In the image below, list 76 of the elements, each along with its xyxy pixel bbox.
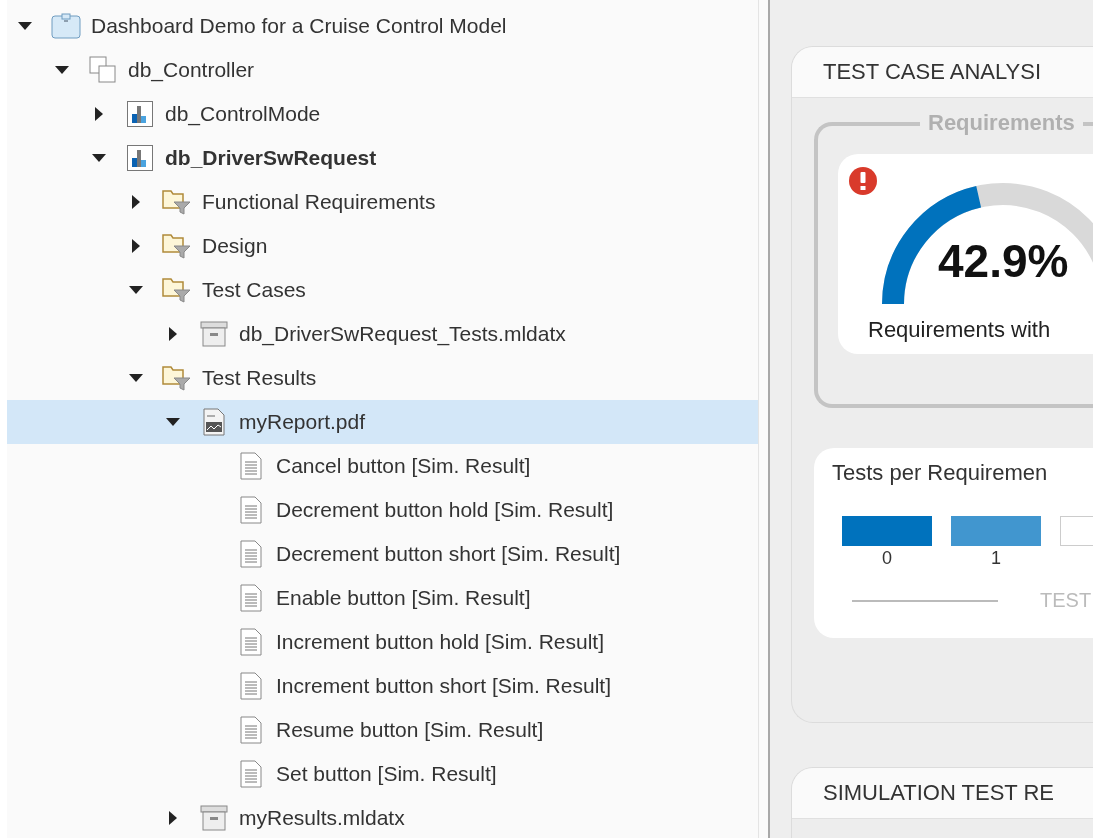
overlapping-squares-icon [89, 56, 117, 84]
archive-box-icon [200, 320, 228, 348]
bar-chart-icon [127, 101, 153, 127]
gauge-caption: Requirements with [868, 317, 1051, 343]
folder-filter-icon [162, 364, 192, 392]
document-icon [240, 628, 262, 656]
collapsed-caret-icon[interactable] [169, 811, 177, 825]
collapsed-caret-icon[interactable] [95, 107, 103, 121]
collapsed-caret-icon[interactable] [132, 239, 140, 253]
gauge-value: 42.9% [938, 234, 1069, 288]
clipboard-icon [51, 13, 81, 39]
bar-label: 1 [991, 548, 1001, 569]
tree-item-label: Test Cases [202, 278, 306, 302]
tree-item-label: Decrement button short [Sim. Result] [276, 542, 621, 566]
tree-item-label: myReport.pdf [239, 410, 366, 434]
tree-item-label: db_DriverSwRequest_Tests.mldatx [239, 322, 566, 346]
tree-item[interactable]: Decrement button short [Sim. Result] [7, 532, 758, 576]
tree-item[interactable]: Resume button [Sim. Result] [7, 708, 758, 752]
tree-item[interactable]: Increment button hold [Sim. Result] [7, 620, 758, 664]
tree-item-label: Set button [Sim. Result] [276, 762, 497, 786]
histogram-title: Tests per Requiremen [832, 460, 1049, 486]
tree-item-label: db_ControlMode [165, 102, 321, 126]
document-icon [240, 760, 262, 788]
tree-item-label: Enable button [Sim. Result] [276, 586, 531, 610]
tree-item-label: Decrement button hold [Sim. Result] [276, 498, 614, 522]
bar-label: 0 [882, 548, 892, 569]
tree-item[interactable]: db_DriverSwRequest_Tests.mldatx [7, 312, 758, 356]
document-icon [240, 716, 262, 744]
tree-item-label: Functional Requirements [202, 190, 436, 214]
tree-item-label: Test Results [202, 366, 317, 390]
document-icon [240, 540, 262, 568]
folder-filter-icon [162, 188, 192, 216]
expanded-caret-icon[interactable] [129, 286, 143, 294]
tree-item[interactable]: myReport.pdf [7, 400, 758, 444]
document-icon [240, 672, 262, 700]
tree-item[interactable]: Cancel button [Sim. Result] [7, 444, 758, 488]
expanded-caret-icon[interactable] [55, 66, 69, 74]
tree-item-label: db_DriverSwRequest [165, 146, 377, 170]
legend-label: TEST [1040, 589, 1092, 612]
tree-item[interactable]: myResults.mldatx [7, 796, 758, 838]
tree-item-label: myResults.mldatx [239, 806, 405, 830]
expanded-caret-icon[interactable] [92, 154, 106, 162]
folder-filter-icon [162, 232, 192, 260]
document-chart-icon [203, 408, 225, 436]
collapsed-caret-icon[interactable] [169, 327, 177, 341]
tree-item-label: Cancel button [Sim. Result] [276, 454, 531, 478]
tree-item[interactable]: db_ControlMode [7, 92, 758, 136]
document-icon [240, 452, 262, 480]
tree-item[interactable]: Test Results [7, 356, 758, 400]
tree-item-label: Design [202, 234, 268, 258]
tree-item[interactable]: db_Controller [7, 48, 758, 92]
tree-item-label: Increment button hold [Sim. Result] [276, 630, 604, 654]
tree-item[interactable]: db_DriverSwRequest [7, 136, 758, 180]
document-icon [240, 496, 262, 524]
tree-item-label: Resume button [Sim. Result] [276, 718, 544, 742]
folder-filter-icon [162, 276, 192, 304]
expanded-caret-icon[interactable] [129, 374, 143, 382]
tree-item[interactable]: Test Cases [7, 268, 758, 312]
tree-item[interactable]: Dashboard Demo for a Cruise Control Model [7, 4, 758, 48]
tree-item[interactable]: Decrement button hold [Sim. Result] [7, 488, 758, 532]
tree-item[interactable]: Set button [Sim. Result] [7, 752, 758, 796]
tree-item-label: Dashboard Demo for a Cruise Control Model [91, 14, 507, 38]
tree-item[interactable]: Design [7, 224, 758, 268]
expanded-caret-icon[interactable] [18, 22, 32, 30]
collapsed-caret-icon[interactable] [132, 195, 140, 209]
tree-item-label: db_Controller [128, 58, 255, 82]
bar-chart-icon [127, 145, 153, 171]
tree-item[interactable]: Enable button [Sim. Result] [7, 576, 758, 620]
archive-box-icon [200, 804, 228, 832]
document-icon [240, 584, 262, 612]
tree-item[interactable]: Functional Requirements [7, 180, 758, 224]
card-title: TEST CASE ANALYSI [792, 47, 1093, 98]
card-title: SIMULATION TEST RE [792, 768, 1093, 819]
tree-item[interactable]: Increment button short [Sim. Result] [7, 664, 758, 708]
expanded-caret-icon[interactable] [166, 418, 180, 426]
tree-item-label: Increment button short [Sim. Result] [276, 674, 611, 698]
